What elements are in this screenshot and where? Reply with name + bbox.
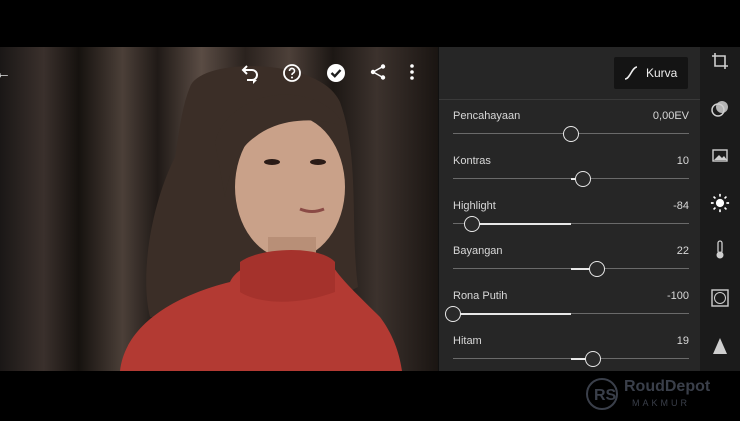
more-button[interactable]: [409, 63, 431, 85]
slider-row-bayangan: Bayangan 22: [453, 245, 689, 285]
slider-fill: [471, 222, 571, 225]
slider-value: 19: [676, 335, 689, 347]
watermark-logo: RS RoudDepot MAKMUR: [584, 372, 740, 416]
photo-preview[interactable]: ←: [0, 47, 438, 371]
slider-label: Rona Putih: [453, 290, 508, 302]
app-screen: ← Kurva Pencahayaan 0,00EV Kontras 10 Hi…: [0, 47, 740, 371]
triangle-icon[interactable]: [710, 336, 730, 356]
more-vertical-icon: [410, 64, 414, 80]
svg-text:RS: RS: [594, 387, 617, 404]
watermark-brand: RoudDepot: [624, 378, 711, 395]
slider-fill: [453, 312, 571, 315]
back-button[interactable]: ←: [0, 63, 14, 85]
slider-value: 10: [676, 155, 689, 167]
share-icon: [370, 64, 386, 80]
panel-divider: [439, 99, 701, 100]
portrait-photo: [120, 66, 402, 371]
curve-button-label: Kurva: [646, 66, 678, 80]
done-button[interactable]: [326, 63, 348, 85]
slider-row-rona-putih: Rona Putih -100: [445, 290, 689, 330]
slider-thumb[interactable]: [588, 261, 605, 277]
slider-thumb[interactable]: [585, 351, 602, 367]
share-button[interactable]: [369, 63, 391, 85]
slider-thumb[interactable]: [463, 216, 480, 232]
back-icon: ←: [0, 65, 11, 82]
checkmark-icon: [327, 64, 345, 82]
slider-thumb[interactable]: [445, 306, 461, 322]
slider-row-kontras: Kontras 10: [453, 155, 689, 195]
help-button[interactable]: [282, 63, 304, 85]
light-icon[interactable]: [710, 193, 730, 213]
slider-thumb[interactable]: [563, 126, 579, 142]
slider-value: 0,00EV: [652, 110, 689, 122]
slider-thumb[interactable]: [574, 171, 591, 187]
help-icon: [283, 64, 301, 82]
light-adjustment-panel: Kurva Pencahayaan 0,00EV Kontras 10 Highligh…: [438, 47, 701, 371]
slider-row-pencahayaan: Pencahayaan 0,00EV: [453, 110, 689, 150]
slider-value: 22: [676, 245, 689, 257]
image-adjust-icon[interactable]: [710, 145, 730, 165]
selective-icon[interactable]: [710, 99, 730, 119]
slider-row-highlight: Highlight -84: [453, 200, 689, 240]
color-temperature-icon[interactable]: [710, 240, 730, 260]
watermark-sub: MAKMUR: [632, 398, 690, 408]
slider-label: Highlight: [453, 200, 496, 212]
slider-row-hitam: Hitam 19: [453, 335, 689, 371]
vignette-icon[interactable]: [710, 288, 730, 308]
crop-icon[interactable]: [710, 51, 730, 71]
curve-icon: [624, 66, 638, 80]
undo-button[interactable]: [238, 63, 260, 85]
slider-value: -84: [673, 200, 689, 212]
slider-value: -100: [666, 290, 689, 302]
undo-icon: [241, 65, 258, 84]
slider-label: Kontras: [453, 155, 491, 167]
slider-label: Hitam: [453, 335, 482, 347]
slider-label: Pencahayaan: [453, 110, 521, 122]
curve-button[interactable]: Kurva: [614, 57, 688, 89]
tool-rail: [700, 47, 740, 371]
slider-label: Bayangan: [453, 245, 503, 257]
